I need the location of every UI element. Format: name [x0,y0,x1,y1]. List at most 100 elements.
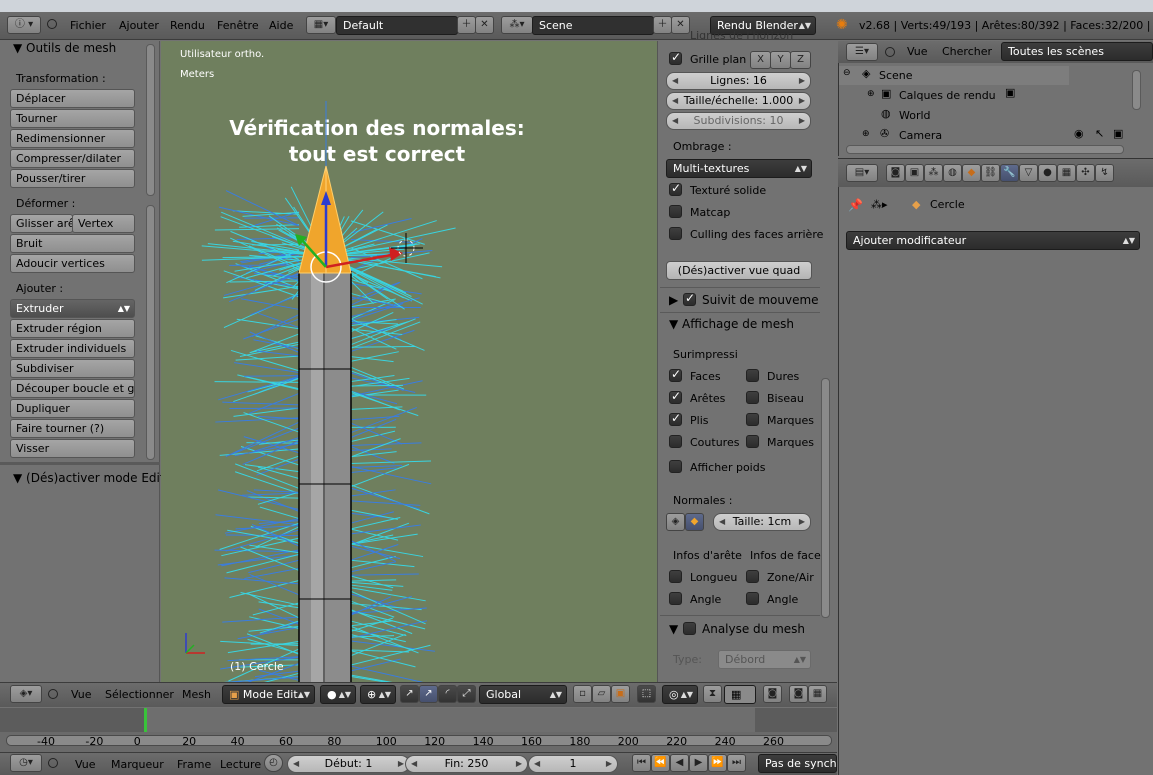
mesh-display-panel[interactable]: ▼ Affichage de mesh [669,317,794,331]
add-modifier-dropdown[interactable]: Ajouter modificateur ▲▼ [846,231,1140,250]
pivot-dropdown[interactable]: ⊕ ▲▼ [360,685,396,704]
orientation-dropdown[interactable]: Global ▲▼ [479,685,567,704]
outliner-camera[interactable]: Camera [899,129,942,142]
tl-collapse-icon[interactable] [48,758,58,768]
shading-dropdown[interactable]: Multi-textures ▲▼ [666,159,812,178]
current-frame-marker[interactable] [144,708,147,732]
overlay-creases-checkbox[interactable] [669,411,682,426]
axis-z-toggle[interactable]: Z [790,51,811,69]
outliner-filter-dropdown[interactable]: Toutes les scènes [1001,42,1153,61]
edge-angle-checkbox[interactable] [669,592,682,605]
outliner-editor-icon[interactable]: ☰▾ [846,43,878,61]
rotate-manipulator[interactable]: ◜ [438,685,457,703]
particles-tab-icon[interactable]: ✣ [1076,164,1095,182]
overlay-seams-checkbox[interactable] [669,435,682,448]
timeline-editor-icon[interactable]: ◷▾ [10,754,42,772]
world-tab-icon[interactable]: ◍ [943,164,962,182]
normal-size-field[interactable]: ◀ Taille: 1cm ▶ [713,513,811,531]
tool-deplacer[interactable]: Déplacer [10,89,135,108]
manipulator-toggle[interactable]: ↗ [400,685,419,703]
outliner-scene[interactable]: Scene [879,69,913,82]
tl-menu-vue[interactable]: Vue [75,758,96,771]
overlay-marks2-checkbox[interactable] [746,435,759,448]
overlay-sharp-checkbox[interactable] [746,369,759,382]
extrude-dropdown[interactable]: Extruder ▲▼ [10,299,135,318]
tool-bruit[interactable]: Bruit [10,234,135,253]
overlay-bevel-checkbox[interactable] [746,391,759,404]
animation-render-icon[interactable]: ▦ [808,685,827,703]
edge-length-checkbox[interactable] [669,570,682,583]
tool-glisser-arete[interactable]: Glisser arê [10,214,73,233]
outliner-vscroll[interactable] [1132,70,1141,110]
texture-tab-icon[interactable]: ▦ [1057,164,1076,182]
axis-x-toggle[interactable]: X [750,51,771,69]
tool-glisser-vertex[interactable]: Vertex [72,214,135,233]
mode-dropdown[interactable]: ▣ Mode Edit ▲▼ [222,685,315,704]
tool-spin[interactable]: Faire tourner (?) [10,419,135,438]
face-angle-checkbox[interactable] [746,592,759,605]
face-select-mode[interactable]: ▣ [611,685,630,703]
camera-render-icon[interactable]: ◙ [789,685,808,703]
outliner-menu-vue[interactable]: Vue [907,45,928,58]
start-frame-field[interactable]: ◀ Début: 1 ▶ [287,755,410,773]
material-tab-icon[interactable]: ● [1038,164,1057,182]
jump-start-icon[interactable]: ⏮ [632,754,651,772]
proportional-edit-dropdown[interactable]: ◎ ▲▼ [662,685,698,704]
quad-view-button[interactable]: (Dés)activer vue quad [666,261,812,280]
vp-menu-vue[interactable]: Vue [71,688,92,701]
modifiers-tab-icon[interactable]: 🔧 [1000,164,1019,182]
expand-icon[interactable]: ⊕ [862,129,870,139]
translate-manipulator[interactable]: ↗ [419,685,438,703]
menu-ajouter[interactable]: Ajouter [119,19,159,32]
outliner-world[interactable]: World [899,109,931,122]
face-area-checkbox[interactable] [746,570,759,583]
pin-icon[interactable]: 📌 [848,198,863,212]
tl-menu-frame[interactable]: Frame [177,758,211,771]
grid-subdiv-field[interactable]: ◀ Subdivisions: 10 ▶ [666,112,811,130]
menu-fenetre[interactable]: Fenêtre [217,19,259,32]
layout-icon[interactable]: ▦▾ [306,16,336,34]
axis-y-toggle[interactable]: Y [770,51,791,69]
matcap-checkbox[interactable] [669,205,682,218]
menu-aide[interactable]: Aide [269,19,293,32]
expand-icon[interactable]: ⊕ [867,89,875,99]
properties-editor-icon[interactable]: ▤▾ [846,164,878,182]
tool-subdivide[interactable]: Subdiviser [10,359,135,378]
tool-compresser[interactable]: Compresser/dilater [10,149,135,168]
prev-keyframe-icon[interactable]: ⏪ [651,754,670,772]
analysis-type-dropdown[interactable]: Débord ▲▼ [718,650,811,669]
shading-mode-dropdown[interactable]: ● ▲▼ [320,685,356,704]
toolshelf-title[interactable]: ▼ Outils de mesh [13,41,116,55]
expand-icon[interactable]: ⊖ [843,68,851,78]
layout-field[interactable]: Default [336,16,458,35]
tool-loopcut[interactable]: Découper boucle et glis [10,379,135,398]
renderable-camera-icon[interactable]: ▣ [1113,127,1123,140]
tl-menu-marqueur[interactable]: Marqueur [111,758,164,771]
tool-extrude-individual[interactable]: Extruder individuels [10,339,135,358]
overlay-faces-checkbox[interactable] [669,367,682,382]
tool-extrude-region[interactable]: Extruder région [10,319,135,338]
grid-floor-checkbox[interactable] [669,50,682,65]
overlay-edges-checkbox[interactable] [669,389,682,404]
limit-selection-icon[interactable]: ⬚ [637,685,656,703]
outliner-render-layers[interactable]: Calques de rendu [899,89,996,102]
record-keyframe-icon[interactable]: ◴ [264,754,283,772]
face-normal-toggle[interactable]: ◆ [685,513,704,531]
toolshelf-scrollbar-2[interactable] [146,205,155,460]
grid-scale-field[interactable]: ◀ Taille/échelle: 1.000 ▶ [666,92,811,110]
vp-collapse-icon[interactable] [48,689,58,699]
mesh-analysis-checkbox[interactable] [683,622,696,635]
physics-tab-icon[interactable]: ↯ [1095,164,1114,182]
vp-menu-select[interactable]: Sélectionner [105,688,174,701]
opengl-render-icon[interactable]: ◙ [763,685,782,703]
add-layout-icon[interactable]: ＋ [457,16,476,34]
mesh-svg[interactable] [161,41,657,682]
editor-type-info-button[interactable]: ⓘ ▾ [7,16,41,34]
tool-tourner[interactable]: Tourner [10,109,135,128]
tool-duplicate[interactable]: Dupliquer [10,399,135,418]
end-frame-field[interactable]: ◀ Fin: 250 ▶ [405,755,528,773]
add-scene-icon[interactable]: ＋ [653,16,672,34]
tool-screw[interactable]: Visser [10,439,135,458]
toggle-edit-panel[interactable]: ▼ (Dés)activer mode Edit [13,471,165,485]
viewport-editor-icon[interactable]: ◈▾ [10,685,42,703]
